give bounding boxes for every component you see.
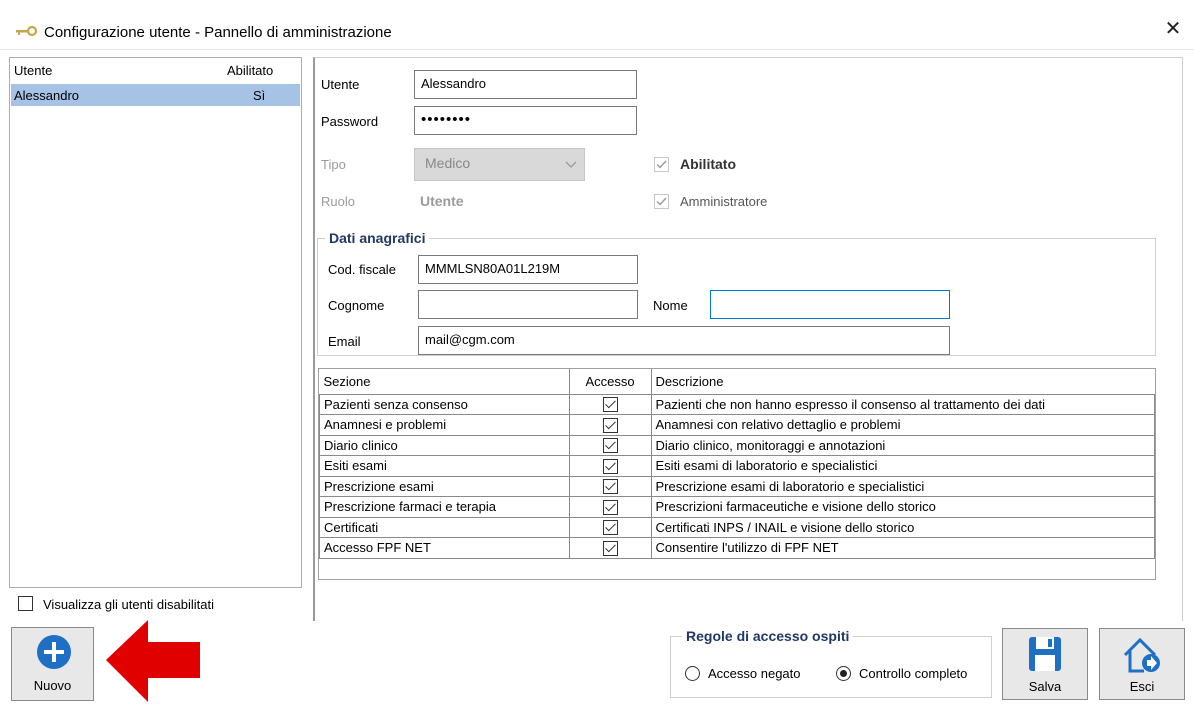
radio-accesso-negato[interactable] — [685, 666, 700, 681]
abilitato-checkbox[interactable] — [654, 157, 669, 172]
abilitato-label: Abilitato — [680, 156, 736, 172]
check-icon — [656, 160, 667, 169]
access-checkbox[interactable] — [602, 458, 618, 474]
row-description: Pazienti che non hanno espresso il conse… — [650, 393, 1156, 415]
radio-controllo-completo[interactable] — [836, 666, 851, 681]
save-button[interactable]: Salva — [1002, 628, 1088, 700]
table-row[interactable]: Diario clinico Diario clinico, monitorag… — [319, 434, 1156, 456]
check-icon — [656, 197, 667, 206]
row-access[interactable] — [568, 475, 652, 497]
tipo-select[interactable]: Medico — [414, 148, 585, 181]
user-field[interactable]: Alessandro — [414, 70, 637, 99]
user-label: Utente — [321, 77, 360, 92]
row-description: Diario clinico, monitoraggi e annotazion… — [650, 434, 1156, 456]
row-section: Certificati — [319, 516, 570, 538]
row-description: Prescrizioni farmaceutiche e visione del… — [650, 496, 1156, 518]
nome-label: Nome — [653, 298, 688, 313]
row-section: Esiti esami — [319, 455, 570, 477]
controllo-completo-label: Controllo completo — [859, 666, 968, 681]
cognome-field[interactable] — [418, 290, 638, 319]
access-checkbox[interactable] — [602, 479, 618, 495]
row-section: Pazienti senza consenso — [319, 393, 570, 415]
accesso-negato-label: Accesso negato — [708, 666, 801, 681]
sections-header-section[interactable]: Sezione — [319, 369, 570, 395]
row-section: Prescrizione farmaci e terapia — [319, 496, 570, 518]
exit-home-icon — [1123, 637, 1160, 673]
email-field[interactable]: mail@cgm.com — [418, 326, 950, 355]
row-description: Esiti esami di laboratorio e specialisti… — [650, 455, 1156, 477]
row-description: Anamnesi con relativo dettaglio e proble… — [650, 414, 1156, 436]
floppy-disk-icon — [1029, 637, 1061, 671]
ruolo-value: Utente — [420, 193, 464, 209]
email-label: Email — [328, 334, 361, 349]
tipo-value: Medico — [425, 155, 471, 171]
new-button[interactable]: Nuovo — [11, 627, 94, 701]
row-section: Accesso FPF NET — [319, 537, 570, 559]
table-row[interactable]: Pazienti senza consenso Pazienti che non… — [319, 393, 1156, 415]
row-access[interactable] — [568, 414, 652, 436]
row-access[interactable] — [568, 516, 652, 538]
row-access[interactable] — [568, 434, 652, 456]
password-field[interactable]: •••••••• — [414, 106, 637, 135]
ruolo-label: Ruolo — [321, 194, 355, 209]
users-row[interactable]: Alessandro Sì — [11, 84, 300, 106]
password-label: Password — [321, 114, 379, 129]
plus-icon — [37, 635, 71, 669]
table-row[interactable]: Prescrizione farmaci e terapia Prescrizi… — [319, 496, 1156, 518]
access-checkbox[interactable] — [602, 397, 618, 413]
users-col-enabled-header[interactable]: Abilitato — [227, 63, 273, 78]
access-checkbox[interactable] — [602, 540, 618, 556]
row-access[interactable] — [568, 496, 652, 518]
row-description: Prescrizione esami di laboratorio e spec… — [650, 475, 1156, 497]
window-title: Configurazione utente - Pannello di ammi… — [44, 24, 392, 41]
exit-button-label: Esci — [1129, 679, 1155, 694]
row-access[interactable] — [568, 455, 652, 477]
anagrafica-title: Dati anagrafici — [325, 230, 430, 246]
show-disabled-checkbox[interactable] — [18, 596, 33, 611]
close-icon[interactable]: ✕ — [1160, 16, 1186, 42]
table-row[interactable]: Esiti esami Esiti esami di laboratorio e… — [319, 455, 1156, 477]
row-section: Anamnesi e problemi — [319, 414, 570, 436]
table-row[interactable]: Anamnesi e problemi Anamnesi con relativ… — [319, 414, 1156, 436]
cf-field[interactable]: MMMLSN80A01L219M — [418, 255, 638, 284]
red-arrow-icon — [106, 620, 200, 702]
access-checkbox[interactable] — [602, 520, 618, 536]
users-list[interactable]: Utente Abilitato Alessandro Sì — [9, 57, 302, 588]
users-row-enabled: Sì — [253, 88, 266, 103]
table-row[interactable]: Certificati Certificati INPS / INAIL e v… — [319, 516, 1156, 538]
access-checkbox[interactable] — [602, 438, 618, 454]
sections-table[interactable]: Sezione Accesso Descrizione Pazienti sen… — [318, 368, 1156, 580]
tipo-label: Tipo — [321, 157, 346, 172]
table-row[interactable]: Accesso FPF NET Consentire l'utilizzo di… — [319, 537, 1156, 559]
row-description: Consentire l'utilizzo di FPF NET — [650, 537, 1156, 559]
new-button-label: Nuovo — [33, 678, 72, 693]
chevron-down-icon — [565, 161, 577, 168]
table-row[interactable]: Prescrizione esami Prescrizione esami di… — [319, 475, 1156, 497]
key-icon — [16, 25, 38, 37]
row-access[interactable] — [568, 393, 652, 415]
show-disabled-label: Visualizza gli utenti disabilitati — [43, 597, 215, 612]
cognome-label: Cognome — [328, 298, 385, 313]
row-section: Diario clinico — [319, 434, 570, 456]
row-description: Certificati INPS / INAIL e visione dello… — [650, 516, 1156, 538]
access-checkbox[interactable] — [602, 417, 618, 433]
access-checkbox[interactable] — [602, 499, 618, 515]
row-section: Prescrizione esami — [319, 475, 570, 497]
amministratore-label: Amministratore — [680, 194, 768, 209]
row-access[interactable] — [568, 537, 652, 559]
guest-rules-title: Regole di accesso ospiti — [682, 628, 854, 644]
users-col-user-header[interactable]: Utente — [14, 63, 52, 78]
nome-field[interactable] — [710, 290, 950, 319]
sections-header-description[interactable]: Descrizione — [651, 369, 1155, 395]
sections-header-access[interactable]: Accesso — [569, 369, 652, 395]
users-row-name: Alessandro — [14, 88, 80, 103]
cf-label: Cod. fiscale — [328, 262, 396, 277]
exit-button[interactable]: Esci — [1099, 628, 1185, 700]
save-button-label: Salva — [1028, 679, 1062, 694]
amministratore-checkbox[interactable] — [654, 194, 669, 209]
